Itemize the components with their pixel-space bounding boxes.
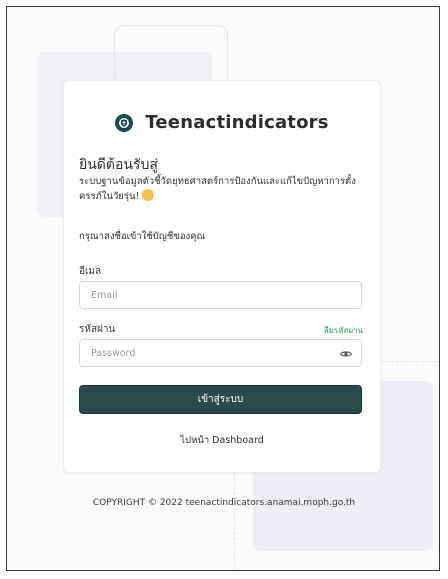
signin-prompt: กรุณาลงชื่อเข้าใช้บัญชีของคุณ bbox=[79, 231, 206, 242]
welcome-title: ยินดีต้อนรับสู่ bbox=[79, 157, 158, 173]
password-field[interactable] bbox=[79, 339, 362, 367]
brand-header: Teenactindicators bbox=[64, 112, 380, 133]
eye-icon[interactable] bbox=[339, 346, 353, 360]
shield-emblem-icon bbox=[115, 113, 134, 132]
welcome-description: ระบบฐานข้อมูลตัวชี้วัดยุทธศาสตร์การป้องก… bbox=[79, 174, 374, 204]
email-field[interactable] bbox=[79, 281, 362, 309]
copyright-text: COPYRIGHT © 2022 teenactindicators.anama… bbox=[92, 498, 356, 508]
welcome-description-text: ระบบฐานข้อมูลตัวชี้วัดยุทธศาสตร์การป้องก… bbox=[79, 176, 356, 202]
dashboard-link[interactable]: ไปหน้า Dashboard bbox=[64, 433, 380, 448]
email-label: อีเมล bbox=[79, 266, 102, 277]
login-button[interactable]: เข้าสู่ระบบ bbox=[79, 385, 362, 414]
password-label: รหัสผ่าน bbox=[79, 324, 116, 335]
login-card: Teenactindicators ยินดีต้อนรับสู่ ระบบฐา… bbox=[63, 80, 381, 473]
hand-wave-icon bbox=[142, 189, 155, 201]
brand-name: Teenactindicators bbox=[145, 112, 329, 133]
forgot-password-link[interactable]: ลืมรหัสผ่าน bbox=[324, 324, 363, 337]
